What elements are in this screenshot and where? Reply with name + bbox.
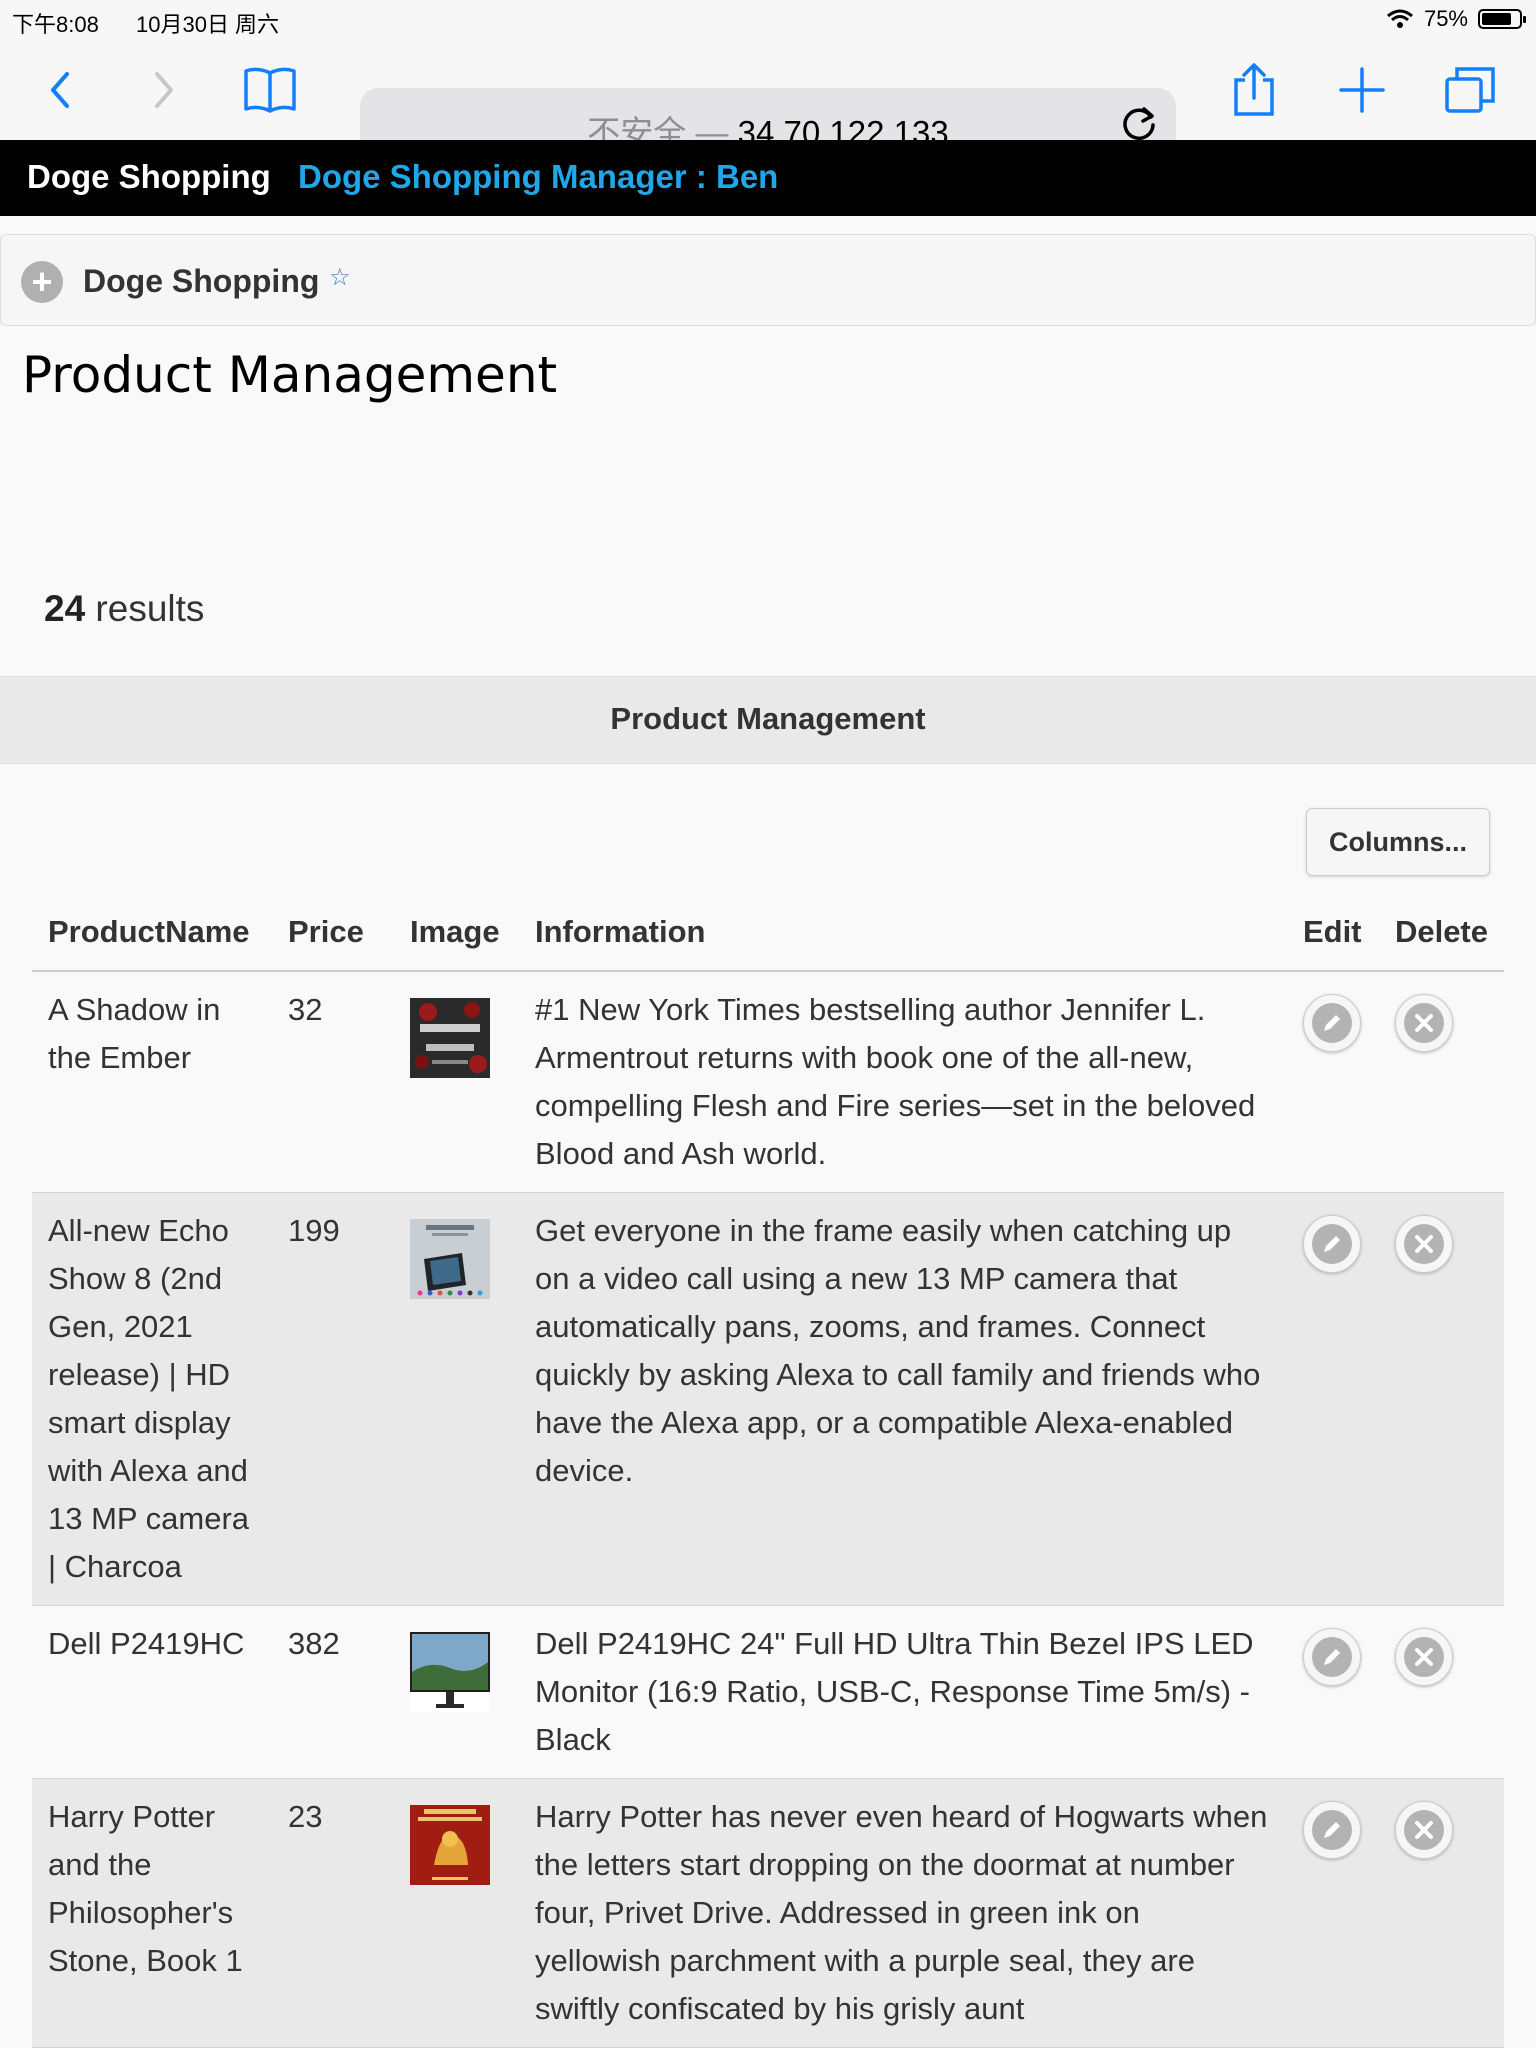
status-date: 10月30日 周六 bbox=[136, 12, 280, 37]
close-icon bbox=[1403, 1003, 1444, 1043]
product-price: 32 bbox=[288, 992, 323, 1027]
table-row: Dell P2419HC 382 Dell P2419HC 24" Full H… bbox=[32, 1606, 1504, 1779]
col-header-edit[interactable]: Edit bbox=[1286, 900, 1379, 972]
edit-button[interactable] bbox=[1302, 1628, 1361, 1686]
col-header-delete[interactable]: Delete bbox=[1378, 900, 1504, 972]
product-name: Harry Potter and the Philosopher's Stone… bbox=[48, 1799, 243, 1978]
product-info: #1 New York Times bestselling author Jen… bbox=[535, 992, 1256, 1171]
header-title: Doge Shopping bbox=[83, 263, 320, 299]
book-cover-shadow-icon bbox=[410, 998, 490, 1078]
table-row: All-new Echo Show 8 (2nd Gen, 2021 relea… bbox=[32, 1192, 1504, 1606]
new-tab-icon[interactable] bbox=[1330, 58, 1394, 122]
results-label: results bbox=[85, 588, 205, 629]
page-header: + Doge Shopping ☆ bbox=[0, 234, 1536, 326]
product-name: All-new Echo Show 8 (2nd Gen, 2021 relea… bbox=[48, 1213, 250, 1584]
status-right: 75% bbox=[1386, 6, 1526, 32]
results-number: 24 bbox=[44, 588, 86, 629]
product-price: 382 bbox=[288, 1626, 340, 1661]
manager-link[interactable]: Doge Shopping Manager : Ben bbox=[298, 158, 778, 196]
image-cell bbox=[394, 971, 519, 1193]
product-price: 23 bbox=[288, 1799, 323, 1834]
image-cell bbox=[394, 1779, 519, 2048]
share-icon[interactable] bbox=[1222, 58, 1286, 122]
echo-show-icon bbox=[410, 1219, 490, 1299]
product-price: 199 bbox=[288, 1213, 340, 1248]
battery-percent: 75% bbox=[1423, 6, 1468, 31]
product-table: ProductName Price Image Information Edit… bbox=[32, 900, 1504, 2048]
image-cell bbox=[394, 1606, 519, 1779]
delete-button[interactable] bbox=[1394, 1215, 1453, 1273]
back-icon[interactable] bbox=[28, 58, 92, 122]
monitor-icon bbox=[410, 1632, 490, 1712]
bookmarks-icon[interactable] bbox=[238, 58, 302, 122]
delete-button[interactable] bbox=[1394, 994, 1453, 1052]
close-icon bbox=[1403, 1224, 1444, 1264]
section-title: Product Management bbox=[610, 701, 926, 736]
delete-cell bbox=[1379, 1606, 1504, 1779]
col-header-image[interactable]: Image bbox=[394, 900, 519, 972]
product-info: Get everyone in the frame easily when ca… bbox=[535, 1213, 1261, 1488]
table-header-row: ProductName Price Image Information Edit… bbox=[32, 900, 1504, 972]
forward-icon[interactable] bbox=[132, 58, 196, 122]
sparkle-icon: ☆ bbox=[329, 264, 351, 291]
table-row: A Shadow in the Ember 32 #1 New York Tim… bbox=[32, 971, 1504, 1193]
pencil-icon bbox=[1311, 1003, 1352, 1043]
battery-icon bbox=[1478, 9, 1526, 29]
image-cell bbox=[394, 1193, 519, 1606]
brand-link[interactable]: Doge Shopping bbox=[27, 158, 271, 196]
status-time: 下午8:08 bbox=[12, 12, 99, 37]
page-title: Product Management bbox=[22, 346, 558, 404]
close-icon bbox=[1403, 1810, 1444, 1850]
product-name: A Shadow in the Ember bbox=[48, 992, 221, 1075]
delete-cell bbox=[1379, 1193, 1504, 1606]
product-info: Dell P2419HC 24" Full HD Ultra Thin Beze… bbox=[535, 1626, 1254, 1757]
close-icon bbox=[1403, 1637, 1444, 1677]
table-row: Harry Potter and the Philosopher's Stone… bbox=[32, 1778, 1504, 2048]
edit-button[interactable] bbox=[1302, 1801, 1361, 1859]
results-count: 24 results bbox=[44, 588, 204, 630]
browser-toolbar: 不安全 — 34.70.122.133 bbox=[0, 40, 1536, 160]
app-navbar: Doge Shopping Doge Shopping Manager : Be… bbox=[0, 140, 1536, 216]
columns-button[interactable]: Columns... bbox=[1306, 808, 1490, 876]
pencil-icon bbox=[1311, 1637, 1352, 1677]
col-header-productname[interactable]: ProductName bbox=[32, 900, 272, 972]
col-header-information[interactable]: Information bbox=[519, 900, 1287, 972]
product-info: Harry Potter has never even heard of Hog… bbox=[535, 1799, 1268, 2026]
delete-cell bbox=[1379, 971, 1504, 1193]
edit-button[interactable] bbox=[1302, 1215, 1361, 1273]
delete-button[interactable] bbox=[1394, 1628, 1453, 1686]
section-bar: Product Management bbox=[0, 676, 1536, 764]
pencil-icon bbox=[1311, 1810, 1352, 1850]
add-icon[interactable]: + bbox=[21, 261, 63, 303]
edit-cell bbox=[1287, 1606, 1379, 1779]
product-name: Dell P2419HC bbox=[48, 1626, 245, 1661]
edit-cell bbox=[1287, 1193, 1379, 1606]
edit-button[interactable] bbox=[1302, 994, 1361, 1052]
delete-button[interactable] bbox=[1394, 1801, 1453, 1859]
col-header-price[interactable]: Price bbox=[272, 900, 394, 972]
tabs-icon[interactable] bbox=[1438, 58, 1502, 122]
delete-cell bbox=[1379, 1779, 1504, 2048]
edit-cell bbox=[1287, 1779, 1379, 2048]
pencil-icon bbox=[1311, 1224, 1352, 1264]
wifi-icon bbox=[1386, 9, 1413, 28]
status-bar: 下午8:08 10月30日 周六 75% bbox=[0, 0, 1536, 40]
edit-cell bbox=[1287, 971, 1379, 1193]
book-cover-harry-potter-icon bbox=[410, 1805, 490, 1885]
